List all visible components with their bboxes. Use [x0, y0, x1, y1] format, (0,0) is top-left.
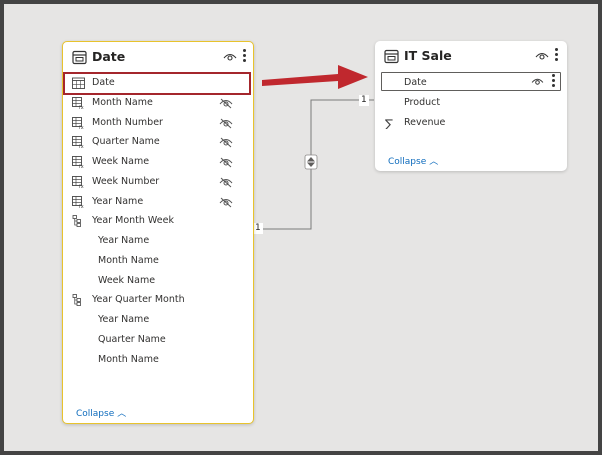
more-options-icon[interactable] [553, 47, 559, 63]
field-label: Revenue [404, 117, 446, 128]
field-label: Year Month Week [92, 215, 174, 227]
field-row[interactable]: Week Name [63, 272, 253, 291]
date-table-header[interactable]: Date [63, 42, 253, 72]
collapse-label: Collapse [76, 409, 115, 419]
field-label: Week Name [98, 274, 156, 286]
field-row[interactable]: Quarter Name [63, 331, 253, 350]
cardinality-badge-date: 1 [253, 223, 263, 234]
hidden-eye-icon[interactable] [219, 177, 233, 188]
field-label: Month Name [92, 96, 153, 108]
field-label: Quarter Name [98, 333, 166, 345]
field-row[interactable]: Year Name [63, 311, 253, 330]
field-label: Week Name [92, 156, 150, 167]
calculated-column-icon: fx [72, 116, 85, 130]
field-label: Year Quarter Month [92, 294, 185, 306]
sigma-icon: ∑ [384, 117, 397, 131]
hierarchy-icon [72, 215, 85, 228]
table-icon [72, 50, 87, 65]
field-row[interactable]: fx Week Number [63, 173, 253, 192]
it-sale-table-title: IT Sale [404, 48, 452, 63]
hidden-eye-icon[interactable] [219, 197, 233, 208]
field-row[interactable]: Product [375, 94, 567, 113]
field-label: Product [404, 97, 441, 108]
date-field-highlight [63, 72, 251, 95]
chevron-up-icon: ︿ [429, 157, 439, 167]
calculated-column-icon: fx [72, 175, 85, 190]
field-label: Month Name [98, 254, 159, 266]
field-row[interactable]: Month Name [63, 252, 253, 271]
eye-icon[interactable] [223, 52, 237, 62]
calculated-column-icon: fx [72, 136, 85, 150]
hidden-eye-icon[interactable] [219, 118, 233, 129]
field-label: Quarter Name [92, 136, 160, 148]
field-label: Month Number [92, 116, 163, 128]
hidden-eye-icon[interactable] [219, 157, 233, 168]
svg-text:fx: fx [79, 203, 84, 207]
field-row[interactable]: fx Year Name [63, 193, 253, 212]
field-label: Month Name [98, 353, 159, 365]
svg-text:fx: fx [79, 164, 84, 168]
date-collapse-button[interactable]: Collapse ︿ [76, 406, 126, 419]
date-table-title: Date [92, 49, 126, 64]
field-label: Year Name [92, 195, 144, 207]
chevron-up-icon: ︿ [117, 409, 127, 419]
field-label: Date [404, 77, 427, 88]
field-row[interactable]: fx Week Name [63, 153, 253, 172]
hidden-eye-icon[interactable] [219, 98, 233, 109]
calculated-column-icon: fx [72, 156, 85, 170]
field-row[interactable]: Year Quarter Month [63, 291, 253, 310]
it-sale-table-header[interactable]: IT Sale [375, 41, 567, 71]
svg-text:fx: fx [79, 144, 84, 148]
field-row[interactable]: Date [375, 74, 567, 93]
calculated-column-icon: fx [72, 195, 85, 209]
field-row[interactable]: fx Quarter Name [63, 133, 253, 152]
annotation-arrow [262, 65, 368, 89]
field-row[interactable]: Year Name [63, 232, 253, 251]
field-label: Year Name [98, 235, 150, 246]
svg-text:fx: fx [79, 184, 84, 188]
model-canvas[interactable]: 1 1 Date Date fx Month Name fx Month Number f… [4, 4, 598, 451]
field-row[interactable]: Year Month Week [63, 212, 253, 231]
cardinality-badge-sale: 1 [359, 95, 369, 106]
svg-text:fx: fx [79, 124, 84, 128]
field-row[interactable]: fx Month Name [63, 94, 253, 113]
table-icon [384, 49, 399, 64]
hidden-eye-icon[interactable] [219, 137, 233, 148]
calculated-column-icon: fx [72, 96, 85, 111]
svg-text:∑: ∑ [385, 117, 393, 129]
collapse-label: Collapse [388, 157, 427, 167]
it-sale-table-card[interactable]: IT Sale Date Product ∑ Revenue Collapse ︿ [375, 41, 567, 171]
field-row[interactable]: fx Month Number [63, 114, 253, 133]
eye-icon[interactable] [535, 51, 549, 61]
field-row[interactable]: Month Name [63, 351, 253, 370]
cross-filter-icon [304, 154, 318, 170]
sale-collapse-button[interactable]: Collapse ︿ [388, 154, 438, 167]
svg-text:fx: fx [79, 105, 84, 109]
more-options-icon[interactable] [241, 48, 247, 64]
hierarchy-icon [72, 294, 85, 307]
field-label: Week Number [92, 175, 160, 187]
field-label: Year Name [98, 314, 150, 325]
field-row[interactable]: ∑ Revenue [375, 114, 567, 133]
date-table-card[interactable]: Date Date fx Month Name fx Month Number fx Qua… [62, 41, 254, 424]
